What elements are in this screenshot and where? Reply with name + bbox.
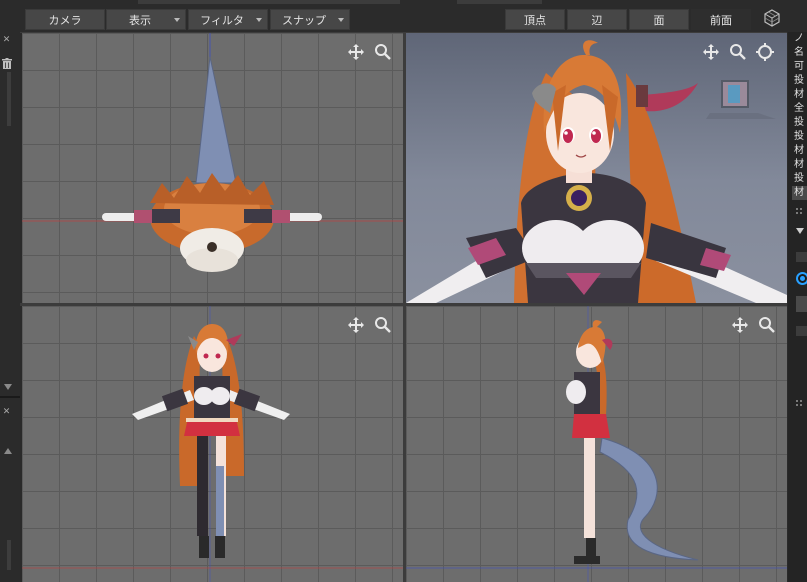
property-item[interactable]: 可: [794, 60, 804, 74]
property-item[interactable]: 名: [794, 46, 804, 60]
color-swatch[interactable]: [796, 326, 807, 336]
move-icon[interactable]: [731, 316, 749, 334]
model-perspective-view: [406, 40, 787, 303]
camera-button[interactable]: カメラ: [25, 9, 105, 30]
trash-icon[interactable]: [1, 58, 13, 70]
zoom-icon[interactable]: [374, 43, 392, 61]
chevron-down-icon: [174, 18, 180, 22]
viewport-side-controls: [731, 316, 781, 334]
toolbar-top-line: [457, 0, 542, 4]
camera-button-label: カメラ: [48, 14, 82, 27]
filter-dropdown-label: フィルタ: [200, 14, 244, 27]
value-field[interactable]: [796, 296, 807, 312]
scrollbar-thumb[interactable]: [7, 72, 11, 126]
viewport-top[interactable]: [22, 33, 403, 303]
zoom-icon[interactable]: [729, 43, 747, 61]
scroll-down-icon[interactable]: [4, 384, 12, 390]
viewport-top-controls: [347, 43, 397, 61]
property-item[interactable]: 投: [794, 116, 804, 130]
close-icon[interactable]: ✕: [2, 408, 11, 417]
viewport-front[interactable]: [22, 306, 403, 582]
chevron-down-icon[interactable]: [796, 228, 804, 234]
property-item-selected[interactable]: 材: [792, 186, 807, 200]
properties-panel: ノ 名 可 投 材 全 投 投 材 材 投 材: [788, 32, 807, 582]
edge-mode-label: 辺: [591, 14, 603, 27]
property-item[interactable]: 材: [794, 88, 804, 102]
property-item[interactable]: 材: [794, 158, 804, 172]
property-item[interactable]: 投: [794, 130, 804, 144]
face-mode-label: 面: [653, 14, 665, 27]
vertex-mode-label: 頂点: [524, 14, 546, 27]
property-item[interactable]: 投: [794, 172, 804, 186]
view-cube-icon[interactable]: [763, 9, 781, 27]
left-side-strip: ✕ ✕: [0, 32, 20, 582]
property-item[interactable]: 投: [794, 74, 804, 88]
grip-icon[interactable]: [796, 400, 804, 408]
view-dropdown-label: 表示: [129, 14, 151, 27]
property-item[interactable]: ノ: [794, 32, 804, 46]
chevron-down-icon: [338, 18, 344, 22]
model-front-view: [22, 306, 403, 582]
snap-dropdown-label: スナップ: [282, 14, 326, 27]
front-view-label: 前面: [710, 14, 732, 27]
chevron-down-icon: [256, 18, 262, 22]
top-toolbar: カメラ 表示 フィルタ スナップ 頂点 辺 面 前面: [0, 0, 807, 32]
view-dropdown[interactable]: 表示: [106, 9, 186, 30]
close-icon[interactable]: ✕: [2, 36, 11, 45]
grip-icon[interactable]: [796, 208, 804, 216]
scroll-up-icon[interactable]: [4, 448, 12, 454]
move-icon[interactable]: [347, 316, 365, 334]
viewport-perspective-controls: [702, 43, 782, 61]
panel-divider: [0, 396, 20, 398]
model-side-view: [406, 306, 787, 582]
viewport-side[interactable]: [406, 306, 787, 582]
snap-dropdown[interactable]: スナップ: [270, 9, 350, 30]
filter-dropdown[interactable]: フィルタ: [188, 9, 268, 30]
toolbar-top-line: [138, 0, 400, 4]
viewport-front-controls: [347, 316, 397, 334]
property-item[interactable]: 材: [794, 144, 804, 158]
front-view-button[interactable]: 前面: [691, 9, 751, 30]
app-window: カメラ 表示 フィルタ スナップ 頂点 辺 面 前面 ✕ ✕ ノ 名 可 投 材…: [0, 0, 807, 582]
zoom-icon[interactable]: [758, 316, 776, 334]
viewport-perspective[interactable]: [406, 33, 787, 303]
property-item[interactable]: 全: [794, 102, 804, 116]
radio-selected[interactable]: [796, 272, 807, 285]
face-mode-button[interactable]: 面: [629, 9, 689, 30]
zoom-icon[interactable]: [374, 316, 392, 334]
scrollbar-thumb[interactable]: [7, 540, 11, 570]
edge-mode-button[interactable]: 辺: [567, 9, 627, 30]
move-icon[interactable]: [347, 43, 365, 61]
model-top-view: [22, 33, 403, 272]
color-swatch[interactable]: [796, 252, 807, 262]
rotate-icon[interactable]: [756, 43, 774, 61]
move-icon[interactable]: [702, 43, 720, 61]
vertex-mode-button[interactable]: 頂点: [505, 9, 565, 30]
